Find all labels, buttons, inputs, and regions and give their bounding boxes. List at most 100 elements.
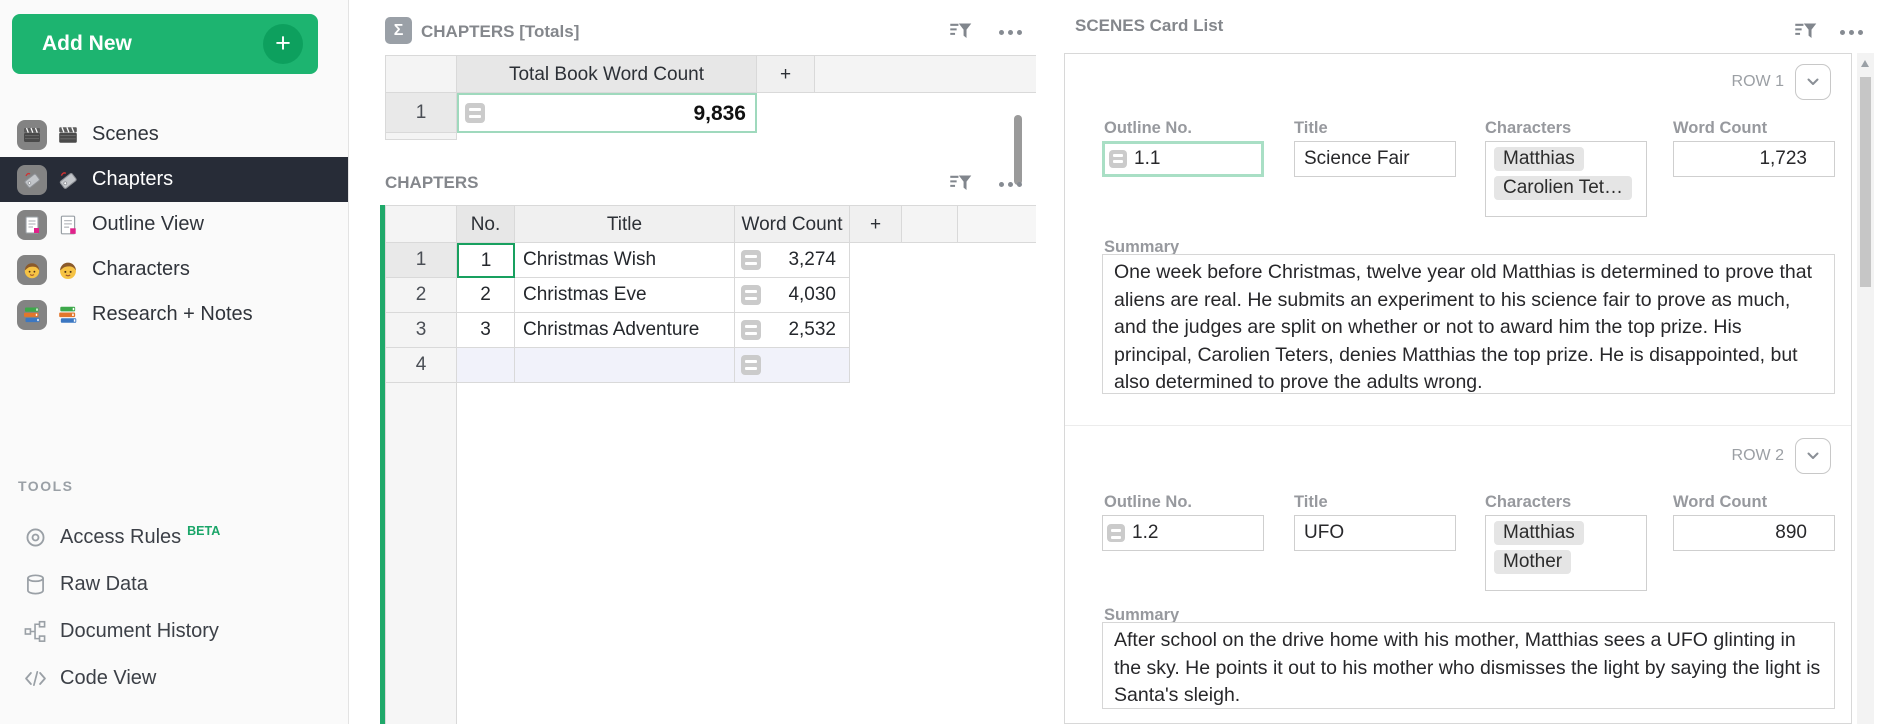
field-label-word-count: Word Count xyxy=(1673,119,1767,138)
field-label-title: Title xyxy=(1294,493,1328,512)
row-label: ROW 2 xyxy=(1732,447,1784,465)
title-field[interactable]: UFO xyxy=(1294,515,1456,551)
card-list: ROW 1 Outline No. Title Characters Word … xyxy=(1064,53,1852,724)
sidebar-item-scenes[interactable]: Scenes xyxy=(0,112,348,157)
column-header-no[interactable]: No. xyxy=(457,205,515,243)
sort-filter-icon[interactable] xyxy=(948,171,973,194)
tool-item-code-view[interactable]: Code View xyxy=(0,655,348,702)
card-row-header: ROW 2 xyxy=(1732,438,1831,474)
scenes-panel: SCENES Card List ROW 1 Outline No. Title… xyxy=(1040,0,1882,724)
card-list-scrollbar[interactable] xyxy=(1857,53,1874,724)
add-new-button[interactable]: Add New + xyxy=(12,14,318,74)
summary-field[interactable]: One week before Christmas, twelve year o… xyxy=(1102,254,1835,394)
column-header-title[interactable]: Title xyxy=(515,205,735,243)
card-divider xyxy=(1065,425,1851,426)
word-count-cell[interactable] xyxy=(735,348,850,383)
more-options-icon[interactable] xyxy=(1840,30,1863,35)
characters-field[interactable]: Matthias Carolien Tet… xyxy=(1485,141,1647,217)
field-label-word-count: Word Count xyxy=(1673,493,1767,512)
collapse-row-button[interactable] xyxy=(1795,64,1831,100)
column-header-word-count[interactable]: Word Count xyxy=(735,205,850,243)
chapters-header-row: No. Title Word Count + xyxy=(385,205,1036,243)
clapperboard-icon xyxy=(17,120,47,150)
row-number[interactable]: 1 xyxy=(385,93,457,133)
title-cell[interactable]: Christmas Wish xyxy=(515,243,735,278)
formula-icon xyxy=(1107,524,1125,542)
tool-item-label: Raw Data xyxy=(60,573,148,596)
more-options-icon[interactable] xyxy=(999,30,1022,35)
sidebar-item-characters[interactable]: Characters xyxy=(0,247,348,292)
field-label-characters: Characters xyxy=(1485,119,1571,138)
person-icon xyxy=(17,255,47,285)
row-number[interactable]: 1 xyxy=(385,243,457,278)
sidebar-item-label: Characters xyxy=(92,258,190,281)
characters-field[interactable]: Matthias Mother xyxy=(1485,515,1647,591)
no-cell-selected[interactable]: 1 xyxy=(457,243,515,278)
column-header-total-book-word-count[interactable]: Total Book Word Count xyxy=(457,55,757,93)
total-word-count-cell[interactable]: 9,836 xyxy=(457,93,757,133)
tool-item-label: Access Rules xyxy=(60,526,181,549)
sidebar-item-chapters[interactable]: Chapters xyxy=(0,157,348,202)
character-chip[interactable]: Matthias xyxy=(1494,147,1584,171)
tool-item-access-rules[interactable]: Access Rules BETA xyxy=(0,514,348,561)
row-filler xyxy=(757,93,1036,133)
sidebar-item-outline-view[interactable]: Outline View xyxy=(0,202,348,247)
next-row-sliver xyxy=(385,133,457,140)
sidebar-item-research-notes[interactable]: Research + Notes xyxy=(0,292,348,337)
field-label-characters: Characters xyxy=(1485,493,1571,512)
character-chip[interactable]: Mother xyxy=(1494,550,1571,574)
no-cell[interactable] xyxy=(457,348,515,383)
plus-icon[interactable]: + xyxy=(263,24,303,64)
chevron-down-icon xyxy=(1803,72,1823,92)
character-chip[interactable]: Carolien Tet… xyxy=(1494,176,1632,200)
header-filler xyxy=(815,55,1036,93)
tool-item-document-history[interactable]: Document History xyxy=(0,608,348,655)
clapperboard-icon xyxy=(57,124,79,146)
chapters-section-title: CHAPTERS xyxy=(385,173,479,193)
character-chip[interactable]: Matthias xyxy=(1494,521,1584,545)
field-label-outline-no: Outline No. xyxy=(1104,493,1192,512)
sort-filter-icon[interactable] xyxy=(948,19,973,42)
sort-filter-icon[interactable] xyxy=(1793,19,1818,42)
word-count-field[interactable]: 890 xyxy=(1673,515,1835,551)
card-row-header: ROW 1 xyxy=(1732,64,1831,100)
chapters-panel: Σ CHAPTERS [Totals] Total Book Word Coun… xyxy=(348,0,1040,724)
word-count-field[interactable]: 1,723 xyxy=(1673,141,1835,177)
title-cell[interactable] xyxy=(515,348,735,383)
add-new-label: Add New xyxy=(42,32,132,56)
formula-icon xyxy=(741,320,761,340)
row-label: ROW 1 xyxy=(1732,73,1784,91)
add-column-button[interactable]: + xyxy=(850,205,902,243)
no-cell[interactable]: 2 xyxy=(457,278,515,313)
outline-no-field[interactable]: 1.2 xyxy=(1102,515,1264,551)
tool-item-raw-data[interactable]: Raw Data xyxy=(0,561,348,608)
outline-no-field[interactable]: 1.1 xyxy=(1102,141,1264,177)
tools-section-header: TOOLS xyxy=(18,478,73,494)
row-number[interactable]: 2 xyxy=(385,278,457,313)
word-count-cell[interactable]: 4,030 xyxy=(735,278,850,313)
scrollbar-thumb[interactable] xyxy=(1860,77,1871,287)
collapse-row-button[interactable] xyxy=(1795,438,1831,474)
row-number[interactable]: 4 xyxy=(385,348,457,383)
word-count-cell[interactable]: 3,274 xyxy=(735,243,850,278)
page-icon xyxy=(17,210,47,240)
totals-scrollbar[interactable] xyxy=(1014,115,1022,185)
table-row: 3 3 Christmas Adventure 2,532 xyxy=(385,313,1036,348)
summary-field[interactable]: After school on the drive home with his … xyxy=(1102,622,1835,709)
add-column-button[interactable]: + xyxy=(757,55,815,93)
title-cell[interactable]: Christmas Adventure xyxy=(515,313,735,348)
title-field[interactable]: Science Fair xyxy=(1294,141,1456,177)
chevron-down-icon xyxy=(1803,446,1823,466)
sidebar-item-label: Research + Notes xyxy=(92,303,253,326)
no-cell[interactable]: 3 xyxy=(457,313,515,348)
row-number[interactable]: 3 xyxy=(385,313,457,348)
chapters-grid: No. Title Word Count + 1 1 Christmas Wis… xyxy=(385,205,1036,724)
word-count-cell[interactable]: 2,532 xyxy=(735,313,850,348)
more-options-icon[interactable] xyxy=(999,182,1022,187)
database-icon xyxy=(24,573,47,596)
tag-icon xyxy=(17,165,47,195)
scroll-up-arrow-icon[interactable] xyxy=(1861,60,1869,67)
title-cell[interactable]: Christmas Eve xyxy=(515,278,735,313)
scenes-section-title: SCENES Card List xyxy=(1075,16,1223,36)
header-extra-cell xyxy=(902,205,958,243)
